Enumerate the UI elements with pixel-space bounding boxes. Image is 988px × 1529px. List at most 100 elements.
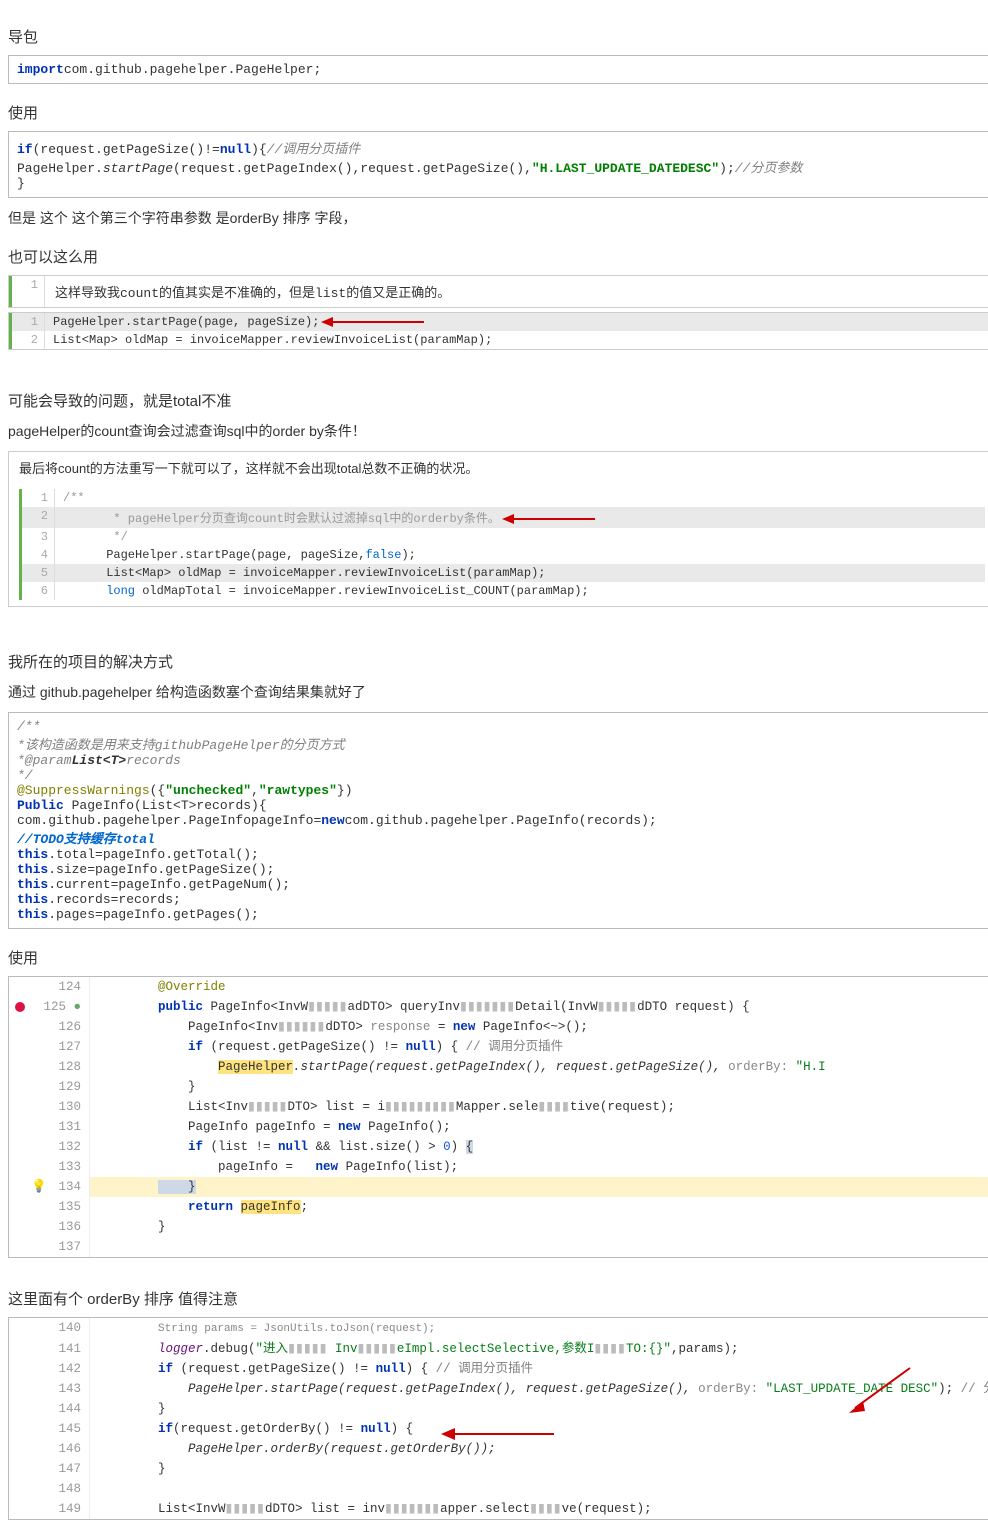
k: this bbox=[17, 907, 48, 922]
t: , bbox=[251, 783, 259, 798]
k: this bbox=[17, 877, 48, 892]
t: (request.getOrderBy() != bbox=[173, 1422, 361, 1436]
b2-l1: /** bbox=[55, 489, 985, 507]
k: new bbox=[453, 1020, 476, 1034]
t: .startPage(request.getPageIndex(), reque… bbox=[293, 1060, 728, 1074]
c: /** bbox=[17, 719, 40, 734]
anno: @Override bbox=[158, 980, 226, 994]
t: PageInfo<~>(); bbox=[475, 1020, 588, 1034]
obf: ▮▮▮▮▮▮ bbox=[278, 1020, 325, 1034]
t: List<InvW bbox=[158, 1502, 226, 1516]
t: Detail(InvW bbox=[515, 1000, 598, 1014]
lightbulb-icon[interactable]: 💡 bbox=[31, 1177, 47, 1197]
t: ve(request); bbox=[562, 1502, 652, 1516]
obf: ▮▮▮▮▮ bbox=[598, 1000, 637, 1014]
t: .size=pageInfo.getPageSize(); bbox=[48, 862, 274, 877]
t: PageInfo<Inv bbox=[158, 1020, 278, 1034]
c: records bbox=[126, 753, 181, 768]
k: if bbox=[158, 1362, 173, 1376]
t bbox=[233, 1200, 241, 1214]
s: "H.I bbox=[796, 1060, 826, 1074]
b2-l4: PageHelper.startPage(page, pageSize,fals… bbox=[55, 546, 985, 564]
code-usage1: if(request.getPageSize()!=null){//调用分页插件… bbox=[8, 131, 988, 198]
c: *该构造函数是用来支持githubPageHelper的分页方式 bbox=[17, 738, 345, 753]
code-block-1: 1这样导致我count的值其实是不准确的，但是list的值又是正确的。 bbox=[8, 275, 988, 308]
t: } bbox=[158, 1402, 166, 1416]
t: ) { bbox=[406, 1362, 436, 1376]
t: } bbox=[158, 1080, 196, 1094]
t: PageInfo pageInfo = bbox=[158, 1120, 338, 1134]
b1-l2: List<Map> oldMap = invoiceMapper.reviewI… bbox=[45, 331, 988, 349]
k: null bbox=[278, 1140, 308, 1154]
t: String params = JsonUtils.toJson(request… bbox=[158, 1323, 435, 1335]
s: "unchecked" bbox=[165, 783, 251, 798]
k: return bbox=[158, 1200, 233, 1214]
code-block-2: 最后将count的方法重写一下就可以了，这样就不会出现total总数不正确的状况… bbox=[8, 451, 988, 607]
k: null bbox=[406, 1040, 436, 1054]
kw-import: import bbox=[17, 62, 64, 77]
t: List<Inv bbox=[158, 1100, 248, 1114]
heading-orderby-note: 这里面有个 orderBy 排序 值得注意 bbox=[8, 1288, 988, 1309]
t: Mapper.sele bbox=[456, 1100, 539, 1114]
t: ); bbox=[938, 1382, 961, 1396]
c: */ bbox=[17, 768, 33, 783]
t: ) bbox=[451, 1140, 466, 1154]
para-constructor: 通过 github.pagehelper 给构造函数塞个查询结果集就好了 bbox=[8, 682, 988, 702]
c: // 调用分页插件 bbox=[436, 1362, 534, 1376]
brace: } bbox=[158, 1180, 196, 1194]
import-pkg: com.github.pagehelper.PageHelper; bbox=[64, 62, 321, 77]
t: } bbox=[158, 1220, 166, 1234]
para-orderby-note: 但是 这个 这个第三个字符串参数 是orderBy 排序 字段， bbox=[8, 208, 988, 228]
t: (request.getPageSize() != bbox=[203, 1040, 406, 1054]
t: PageInfo(List<T>records){ bbox=[64, 798, 267, 813]
t: ) { bbox=[436, 1040, 466, 1054]
b1-l1: PageHelper.startPage(page, pageSize); bbox=[45, 313, 988, 331]
k: null bbox=[376, 1362, 406, 1376]
t: (list != bbox=[203, 1140, 278, 1154]
t: ) { bbox=[391, 1422, 414, 1436]
code-import: importcom.github.pagehelper.PageHelper; bbox=[8, 55, 988, 84]
obf: ▮▮▮▮ bbox=[594, 1342, 626, 1356]
t: PageInfo(); bbox=[361, 1120, 451, 1134]
hint: orderBy: bbox=[698, 1382, 766, 1396]
obf: ▮▮▮▮ bbox=[538, 1100, 570, 1114]
c: // 分页参数 bbox=[961, 1382, 988, 1396]
txt: (request.getPageIndex(),request.getPageS… bbox=[173, 161, 532, 176]
s: "进入 bbox=[256, 1342, 289, 1356]
method: startPage bbox=[103, 161, 173, 176]
k: this bbox=[17, 862, 48, 877]
t: ({ bbox=[150, 783, 166, 798]
k: if bbox=[158, 1040, 203, 1054]
c: // 调用分页插件 bbox=[466, 1040, 564, 1054]
arrow-icon bbox=[845, 1363, 915, 1413]
f: logger bbox=[158, 1342, 203, 1356]
para-count-filter: pageHelper的count查询会过滤查询sql中的order by条件！ bbox=[8, 421, 988, 441]
code-constructor: /** *该构造函数是用来支持githubPageHelper的分页方式 *@p… bbox=[8, 712, 988, 929]
obf: ▮▮▮▮▮ bbox=[308, 1000, 347, 1014]
t: PageInfo(list); bbox=[338, 1160, 458, 1174]
k: this bbox=[17, 892, 48, 907]
c: List<T> bbox=[72, 753, 127, 768]
hint: orderBy: bbox=[728, 1060, 796, 1074]
heading-usage2: 使用 bbox=[8, 947, 988, 968]
obf: ▮▮▮▮ bbox=[530, 1502, 562, 1516]
comment: //分页参数 bbox=[735, 161, 803, 176]
obf: ▮▮▮▮▮▮▮ bbox=[385, 1502, 440, 1516]
t: .current=pageInfo.getPageNum(); bbox=[48, 877, 290, 892]
note1: 这样导致我count的值其实是不准确的，但是list的值又是正确的。 bbox=[45, 276, 988, 307]
anno: @SuppressWarnings bbox=[17, 783, 150, 798]
string: "H.LAST_UPDATE_DATEDESC" bbox=[532, 161, 719, 176]
heading-solution: 我所在的项目的解决方式 bbox=[8, 651, 988, 672]
t: apper.select bbox=[440, 1502, 530, 1516]
txt: PageHelper. bbox=[17, 161, 103, 176]
txt: } bbox=[17, 176, 25, 191]
k: new bbox=[338, 1120, 361, 1134]
t: PageInfo<InvW bbox=[203, 1000, 308, 1014]
t: dDTO request) { bbox=[637, 1000, 750, 1014]
arrow-icon bbox=[439, 1426, 559, 1442]
t: .records=records; bbox=[48, 892, 181, 907]
comment: //调用分页插件 bbox=[267, 142, 361, 157]
k: if bbox=[158, 1140, 203, 1154]
arrow-icon bbox=[500, 513, 600, 525]
arrow-icon bbox=[319, 315, 429, 329]
